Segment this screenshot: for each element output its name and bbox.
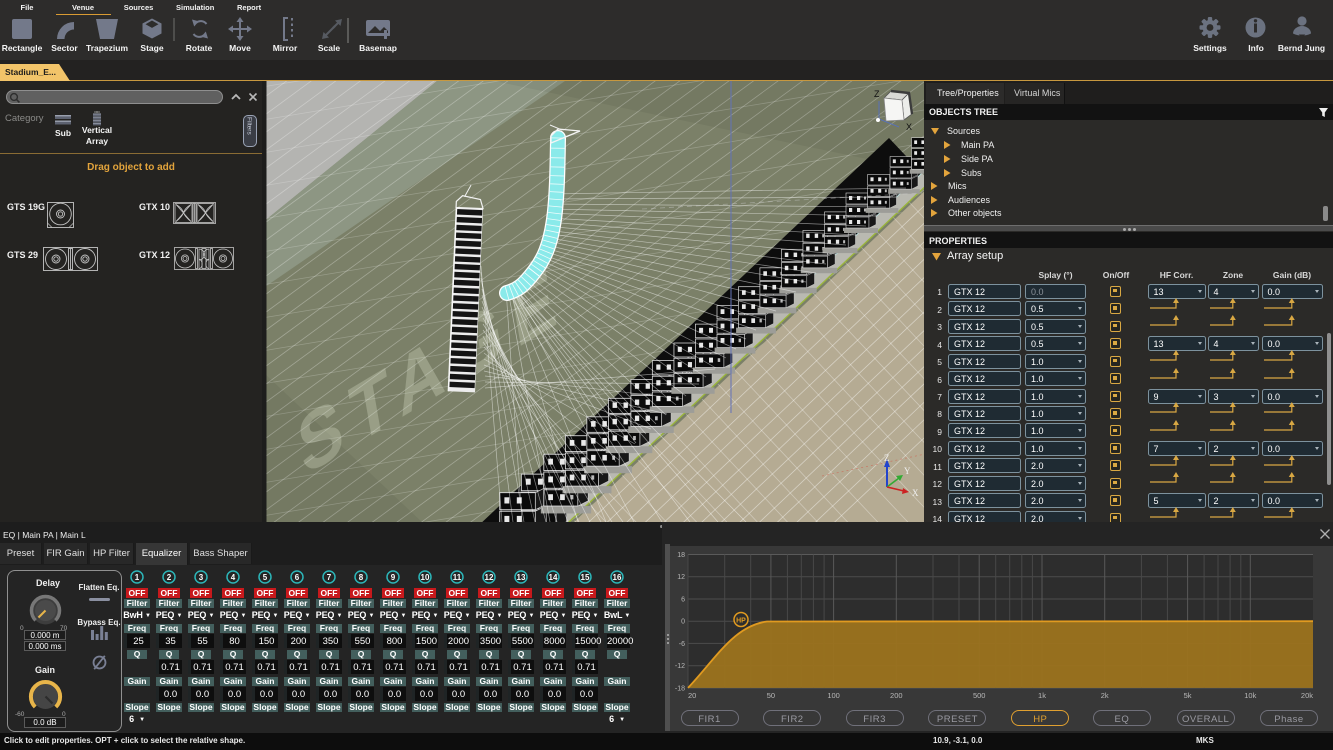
svg-text:14: 14 <box>549 573 558 582</box>
svg-text:12: 12 <box>677 574 685 581</box>
svg-text:-6: -6 <box>679 641 685 648</box>
svg-text:15: 15 <box>581 573 590 582</box>
svg-text:Z: Z <box>874 89 880 99</box>
svg-text:50: 50 <box>767 691 775 700</box>
svg-text:X: X <box>912 488 919 498</box>
svg-text:11: 11 <box>453 573 462 582</box>
svg-text:-12: -12 <box>675 663 685 670</box>
svg-text:9: 9 <box>391 573 396 582</box>
svg-text:16: 16 <box>613 573 622 582</box>
svg-text:2: 2 <box>167 573 172 582</box>
svg-text:12: 12 <box>485 573 494 582</box>
svg-text:Z: Z <box>884 453 890 463</box>
svg-text:100: 100 <box>827 691 840 700</box>
svg-text:2k: 2k <box>1101 691 1109 700</box>
svg-text:X: X <box>906 122 912 132</box>
svg-text:6: 6 <box>681 597 685 604</box>
svg-text:5k: 5k <box>1184 691 1192 700</box>
svg-text:500: 500 <box>973 691 986 700</box>
svg-text:200: 200 <box>890 691 903 700</box>
svg-text:HP: HP <box>736 618 746 625</box>
svg-text:7: 7 <box>327 573 332 582</box>
svg-text:1: 1 <box>135 573 140 582</box>
svg-text:13: 13 <box>517 573 526 582</box>
svg-text:8: 8 <box>359 573 364 582</box>
svg-text:Y: Y <box>904 466 911 476</box>
svg-text:10k: 10k <box>1244 691 1256 700</box>
svg-text:5: 5 <box>263 573 268 582</box>
svg-text:20: 20 <box>688 691 696 700</box>
svg-text:3: 3 <box>199 573 204 582</box>
svg-text:1k: 1k <box>1038 691 1046 700</box>
svg-text:4: 4 <box>231 573 236 582</box>
svg-text:20k: 20k <box>1301 691 1313 700</box>
svg-text:18: 18 <box>677 552 685 559</box>
svg-text:0: 0 <box>681 619 685 626</box>
svg-text:6: 6 <box>295 573 300 582</box>
svg-text:10: 10 <box>421 573 430 582</box>
svg-text:-18: -18 <box>675 685 685 692</box>
